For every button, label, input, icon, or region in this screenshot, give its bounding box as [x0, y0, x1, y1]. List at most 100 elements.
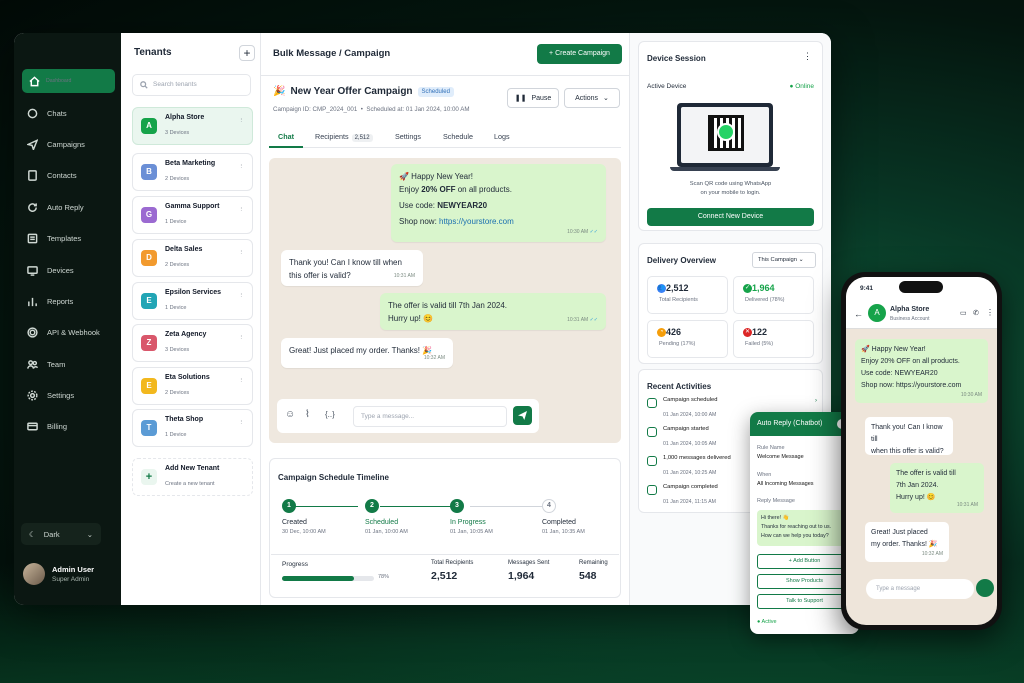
sidebar-item-api-webhook[interactable]: API & Webhook [20, 320, 115, 344]
activity-text: Campaign scheduled [663, 397, 718, 403]
sidebar-item-campaigns[interactable]: Campaigns [20, 132, 115, 156]
actions-label: Actions [575, 94, 599, 102]
more-icon[interactable]: ⋮ [986, 308, 994, 317]
connect-device-button[interactable]: Connect New Device [647, 208, 814, 226]
campaign-title: 🎉 New Year Offer Campaign Scheduled [273, 86, 454, 97]
divider [261, 75, 629, 76]
more-icon[interactable]: ⋮ [803, 51, 812, 62]
message-input[interactable]: Type a message... [353, 406, 507, 427]
user-profile[interactable]: Admin User Super Admin [23, 563, 94, 585]
store-link[interactable]: https://yourstore.com [439, 217, 514, 226]
activity-icon [647, 485, 657, 495]
tab-recipients-label: Recipients [315, 132, 349, 141]
sidebar-item-label: Dashboard [46, 78, 72, 84]
tenant-card[interactable]: T Theta Shop 1 Device ⋮ [132, 409, 253, 447]
mic-button[interactable] [976, 579, 994, 597]
delivery-stat-card: ◔ 426 Pending (17%) [647, 320, 728, 358]
tab-schedule[interactable]: Schedule [443, 132, 473, 141]
tab-logs[interactable]: Logs [494, 132, 510, 141]
more-icon[interactable]: ⋮ [239, 250, 245, 256]
sidebar-item-dashboard[interactable]: Dashboard [22, 69, 115, 93]
message-line: 7th Jan 2024. [896, 482, 939, 489]
sidebar-item-auto-reply[interactable]: Auto Reply [20, 195, 115, 219]
time-text: 10:30 AM [567, 229, 589, 235]
team-icon [27, 359, 38, 369]
emoji-icon[interactable]: ☺ [285, 409, 295, 420]
delivery-filter-select[interactable]: This Campaign ⌄ [752, 252, 816, 268]
step-number: 4 [542, 499, 556, 513]
sidebar-item-label: Auto Reply [47, 202, 84, 212]
more-icon[interactable]: ⋮ [239, 378, 245, 384]
stat-label: Remaining [579, 560, 608, 566]
chat-message-outgoing: 🚀 Happy New Year! Enjoy 20% OFF on all p… [391, 164, 606, 242]
send-icon [518, 411, 527, 420]
talk-to-support-button[interactable]: Talk to Support [757, 594, 852, 609]
message-time: 10:30 AM ✓✓ [567, 226, 598, 239]
more-icon[interactable]: ⋮ [239, 207, 245, 213]
tenant-search-input[interactable]: Search tenants [132, 74, 251, 96]
add-tenant-icon-button[interactable]: + [239, 45, 255, 61]
chat-area: 🚀 Happy New Year! Enjoy 20% OFF on all p… [269, 158, 621, 443]
tab-chat[interactable]: Chat [269, 132, 303, 148]
message-line: Enjoy 20% OFF on all products. [399, 183, 598, 196]
more-icon[interactable]: ⋮ [239, 420, 245, 426]
back-arrow-icon[interactable]: ← [854, 309, 863, 319]
show-products-button[interactable]: Show Products [757, 574, 852, 589]
more-icon[interactable]: ⋮ [239, 335, 245, 341]
add-button-button[interactable]: + Add Button [757, 554, 852, 569]
activity-time: 01 Jan 2024, 11:15 AM [663, 499, 716, 505]
tenant-card[interactable]: E Eta Solutions 2 Devices ⋮ [132, 367, 253, 405]
theme-select[interactable]: ☾ Dark ⌄ [21, 523, 101, 545]
sidebar-item-billing[interactable]: Billing [20, 414, 115, 438]
stat-value: 2,512 [666, 283, 689, 293]
tenant-logo: B [141, 164, 157, 180]
send-button[interactable] [513, 406, 532, 425]
sidebar-item-reports[interactable]: Reports [20, 289, 115, 313]
more-icon[interactable]: ⋮ [239, 118, 245, 124]
more-icon[interactable]: ⋮ [239, 293, 245, 299]
pause-button[interactable]: ❚❚ Pause [507, 88, 559, 108]
message-text: Shop now: [399, 217, 440, 226]
sidebar-item-contacts[interactable]: Contacts [20, 163, 115, 187]
attachment-icon[interactable]: ⌇ [305, 409, 310, 420]
activity-icon [647, 398, 657, 408]
sidebar-item-team[interactable]: Team [20, 352, 115, 376]
message-time: 10:32 AM [423, 355, 445, 361]
tab-settings[interactable]: Settings [395, 132, 421, 141]
scan-instructions: Scan QR code using WhatsApp on your mobil… [639, 180, 822, 198]
chevron-right-icon[interactable]: › [815, 398, 817, 404]
rule-label: Rule Name [757, 445, 785, 451]
when-label: When [757, 472, 772, 478]
tab-recipients[interactable]: Recipients 2,512 [315, 132, 373, 142]
more-icon[interactable]: ⋮ [239, 164, 245, 170]
progress-bar [282, 576, 374, 581]
send-icon [27, 138, 38, 150]
phone-icon[interactable]: ✆ [973, 309, 979, 317]
sidebar-item-templates[interactable]: Templates [20, 226, 115, 250]
activity-time: 01 Jan 2024, 10:05 AM [663, 441, 717, 447]
billing-icon [27, 422, 38, 430]
tenant-card[interactable]: A Alpha Store 3 Devices ⋮ [132, 107, 253, 145]
tenant-name: Eta Solutions [165, 373, 210, 381]
tenant-card[interactable]: G Gamma Support 1 Device ⋮ [132, 196, 253, 234]
actions-dropdown[interactable]: Actions ⌄ [564, 88, 620, 108]
tenant-card[interactable]: B Beta Marketing 2 Devices ⋮ [132, 153, 253, 191]
sidebar-item-devices[interactable]: Devices [20, 258, 115, 282]
sidebar-item-chats[interactable]: Chats [20, 101, 115, 125]
add-tenant-button[interactable]: + Add New Tenant Create a new tenant [132, 458, 253, 496]
tenant-card[interactable]: D Delta Sales 2 Devices ⋮ [132, 239, 253, 277]
contact-name: Alpha Store [890, 306, 930, 313]
reply-line: Hi there! 👋 [761, 515, 790, 521]
phone-message-input[interactable]: Type a message [866, 579, 974, 599]
variable-icon[interactable]: {..} [325, 410, 335, 419]
tenant-name: Zeta Agency [165, 330, 207, 338]
tenant-card[interactable]: E Epsilon Services 1 Device ⋮ [132, 282, 253, 320]
activity-item: Campaign started 01 Jan 2024, 10:05 AM [647, 426, 716, 450]
plus-icon: + [141, 469, 157, 485]
video-icon[interactable]: ▭ [960, 309, 967, 317]
sidebar-item-settings[interactable]: Settings [20, 383, 115, 407]
create-campaign-button[interactable]: + Create Campaign [537, 44, 622, 64]
stat-value: 2,512 [431, 570, 458, 582]
tenant-card[interactable]: Z Zeta Agency 3 Devices ⋮ [132, 324, 253, 362]
chat-icon [27, 108, 38, 118]
